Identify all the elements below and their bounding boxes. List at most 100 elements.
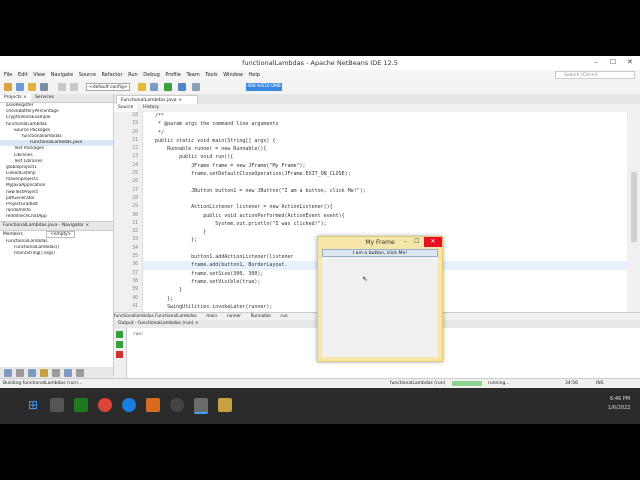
code-line[interactable]: /** [143, 112, 627, 120]
save-all-icon[interactable] [40, 83, 48, 91]
run-again-icon[interactable] [116, 341, 123, 348]
menu-edit[interactable]: Edit [18, 72, 28, 78]
code-line[interactable]: public static void main(String[] args) { [143, 137, 627, 145]
menu-file[interactable]: File [4, 72, 12, 78]
open-project-icon[interactable] [28, 83, 36, 91]
clean-build-icon[interactable] [150, 83, 158, 91]
menu-navigate[interactable]: Navigate [51, 72, 73, 78]
code-line[interactable] [143, 178, 627, 186]
menu-window[interactable]: Window [223, 72, 243, 78]
code-line[interactable]: ActionListener listener = new ActionList… [143, 203, 627, 211]
java-app-icon[interactable] [194, 398, 208, 414]
obs-icon[interactable] [170, 398, 184, 412]
netbeans-icon[interactable] [218, 398, 232, 412]
new-project-icon[interactable] [4, 83, 12, 91]
title-bar: functionalLambdas - Apache NetBeans IDE … [0, 56, 640, 70]
clock-date[interactable]: 1/6/2022 [608, 405, 630, 411]
menu-source[interactable]: Source [79, 72, 96, 78]
clock-time[interactable]: 6:46 PM [610, 396, 630, 402]
menu-help[interactable]: Help [249, 72, 260, 78]
menu-profile[interactable]: Profile [165, 72, 181, 78]
tool-icon[interactable] [64, 369, 72, 377]
menu-view[interactable]: View [33, 72, 45, 78]
menu-debug[interactable]: Debug [143, 72, 159, 78]
jframe-close-button[interactable]: ✕ [424, 237, 442, 247]
line-number: 27 [132, 187, 138, 193]
editor-scrollbar[interactable] [628, 112, 640, 312]
line-number: 25 [132, 171, 138, 177]
code-line[interactable]: JButton button1 = new JButton("I am a bu… [143, 187, 627, 195]
insert-mode: INS [596, 381, 604, 386]
code-line[interactable]: JFrame frame = new JFrame("My Frame"); [143, 162, 627, 170]
code-line[interactable]: System.out.println("I was clicked!"); [143, 220, 627, 228]
debug-icon[interactable] [178, 83, 186, 91]
rerun-icon[interactable] [116, 331, 123, 338]
members-label: Members [3, 231, 23, 237]
menu-team[interactable]: Team [186, 72, 199, 78]
code-line[interactable]: */ [143, 129, 627, 137]
jframe-click-button[interactable]: I am a button, click Me! [322, 249, 438, 257]
close-button[interactable]: ✕ [627, 58, 633, 66]
memory-indicator[interactable]: 468.9/616.0MB [246, 83, 282, 91]
tab-services[interactable]: Services [31, 94, 58, 102]
code-line[interactable]: public void actionPerformed(ActionEvent … [143, 212, 627, 220]
redo-icon[interactable] [70, 83, 78, 91]
tab-projects[interactable]: Projects × [0, 94, 31, 102]
tool-icon[interactable] [4, 369, 12, 377]
line-number: 31 [132, 220, 138, 226]
tool-icon[interactable] [40, 369, 48, 377]
progress-bar [452, 381, 482, 386]
line-number: 18 [132, 113, 138, 118]
excel-icon[interactable] [74, 398, 88, 412]
line-number-gutter: 18 19 20 21 22 23 24 25 26 27 28 29 30 3… [114, 112, 143, 312]
caret-position: 34:56 [565, 381, 578, 386]
menu-refactor[interactable]: Refactor [102, 72, 123, 78]
task-view-icon[interactable] [50, 398, 64, 412]
undo-icon[interactable] [58, 83, 66, 91]
status-task[interactable]: functionalLambdas (run) [390, 381, 445, 386]
new-file-icon[interactable] [16, 83, 24, 91]
code-line[interactable]: * @param args the command line arguments [143, 120, 627, 128]
jframe-maximize-button[interactable]: ☐ [414, 238, 419, 245]
editor-tab-file[interactable]: FunctionalLambdas.java × [116, 95, 198, 104]
desktop-screen: functionalLambdas - Apache NetBeans IDE … [0, 56, 640, 424]
bottom-toolbar [0, 367, 113, 378]
line-number: 21 [132, 137, 138, 143]
projects-tabs: Projects × Services [0, 94, 113, 103]
menu-tools[interactable]: Tools [205, 72, 217, 78]
config-select[interactable]: <default config> [86, 83, 130, 91]
navigator-header[interactable]: FunctionalLambdas.java - Navigator × [0, 220, 113, 231]
tab-source[interactable]: Source [114, 104, 138, 112]
code-line[interactable]: public void run(){ [143, 153, 627, 161]
run-icon[interactable] [164, 83, 172, 91]
status-left: Building functionalLambdas (run)... [3, 381, 83, 386]
navigator-filter-select[interactable]: <empty> [46, 230, 76, 238]
chrome-icon[interactable] [98, 398, 112, 412]
tool-icon[interactable] [28, 369, 36, 377]
navigator-item[interactable]: main(String[] args) [0, 251, 113, 257]
edge-icon[interactable] [122, 398, 136, 412]
tool-icon[interactable] [52, 369, 60, 377]
tab-history[interactable]: History [139, 104, 163, 112]
scrollbar-thumb[interactable] [631, 172, 637, 242]
jframe-minimize-button[interactable]: – [404, 238, 407, 245]
profile-icon[interactable] [192, 83, 200, 91]
stop-icon[interactable] [116, 351, 123, 358]
tool-icon[interactable] [16, 369, 24, 377]
output-side-toolbar [114, 328, 127, 378]
maximize-button[interactable]: ☐ [610, 58, 616, 66]
window-title: functionalLambdas - Apache NetBeans IDE … [242, 59, 398, 67]
app-icon[interactable] [146, 398, 160, 412]
output-tab[interactable]: Output - functionalLambdas (run) × [114, 321, 199, 326]
code-line[interactable] [143, 195, 627, 203]
start-button[interactable]: ⊞ [26, 398, 40, 412]
menu-run[interactable]: Run [128, 72, 138, 78]
build-icon[interactable] [138, 83, 146, 91]
line-number: 41 [132, 303, 138, 309]
search-input[interactable]: Search (Ctrl+I) [555, 71, 635, 79]
code-line[interactable]: Runnable runner = new Runnable(){ [143, 145, 627, 153]
minimize-button[interactable]: – [594, 58, 598, 66]
code-line[interactable]: frame.setDefaultCloseOperation(JFrame.EX… [143, 170, 627, 178]
line-number: 37 [132, 270, 138, 276]
tool-icon[interactable] [76, 369, 84, 377]
